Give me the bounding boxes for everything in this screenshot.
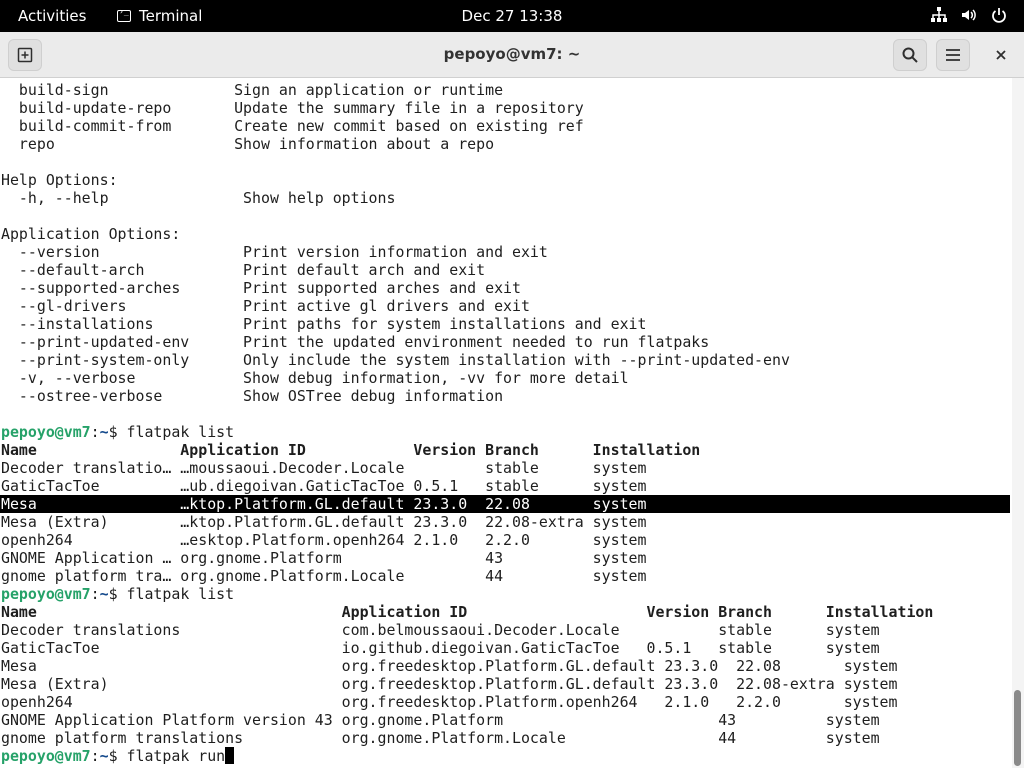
close-icon	[996, 50, 1006, 60]
output-line: --ostree-verbose Show OSTree debug infor…	[1, 387, 504, 405]
output-line: Mesa org.freedesktop.Platform.GL.default…	[1, 657, 898, 675]
prompt-separator: :	[90, 585, 100, 603]
output-line: --print-system-only Only include the sys…	[1, 351, 790, 369]
table-header: Name Application ID Version Branch Insta…	[1, 441, 701, 459]
text-cursor	[225, 747, 235, 764]
command-text: $ flatpak run	[108, 747, 226, 765]
command-text: $ flatpak list	[108, 423, 235, 441]
prompt-line: pepoyo@vm7:~$ flatpak list	[1, 423, 234, 441]
terminal-output[interactable]: build-sign Sign an application or runtim…	[0, 78, 1012, 768]
network-icon[interactable]	[930, 6, 948, 24]
prompt-user: pepoyo@vm7	[1, 423, 91, 441]
output-line: Help Options:	[1, 171, 118, 189]
clock[interactable]: Dec 27 13:38	[0, 7, 1024, 25]
output-line: Decoder translatio… …moussaoui.Decoder.L…	[1, 459, 647, 477]
output-line: GaticTacToe …ub.diegoivan.GaticTacToe 0.…	[1, 477, 647, 495]
output-line: --installations Print paths for system i…	[1, 315, 647, 333]
power-icon[interactable]	[990, 6, 1008, 24]
output-line: openh264 org.freedesktop.Platform.openh2…	[1, 693, 898, 711]
output-line: build-sign Sign an application or runtim…	[1, 81, 504, 99]
prompt-line: pepoyo@vm7:~$ flatpak list	[1, 585, 234, 603]
prompt-line: pepoyo@vm7:~$ flatpak run	[1, 747, 235, 765]
terminal-header-bar: pepoyo@vm7: ~	[0, 32, 1024, 78]
output-line: repo Show information about a repo	[1, 135, 495, 153]
menu-button[interactable]	[936, 39, 970, 71]
output-line: Decoder translations com.belmoussaoui.De…	[1, 621, 880, 639]
output-line: GNOME Application … org.gnome.Platform 4…	[1, 549, 647, 567]
prompt-path: ~	[99, 747, 109, 765]
prompt-path: ~	[99, 423, 109, 441]
prompt-separator: :	[90, 423, 100, 441]
output-line: GaticTacToe io.github.diegoivan.GaticTac…	[1, 639, 880, 657]
close-button[interactable]	[984, 39, 1018, 71]
search-button[interactable]	[893, 39, 927, 71]
output-line: GNOME Application Platform version 43 or…	[1, 711, 880, 729]
selected-line: Mesa …ktop.Platform.GL.default 23.3.0 22…	[0, 495, 1010, 513]
terminal-scrollbar[interactable]	[1012, 78, 1024, 768]
prompt-separator: :	[90, 747, 100, 765]
output-line: Mesa (Extra) org.freedesktop.Platform.GL…	[1, 675, 898, 693]
output-line: build-commit-from Create new commit base…	[1, 117, 584, 135]
output-line: --print-updated-env Print the updated en…	[1, 333, 710, 351]
command-text: $ flatpak list	[108, 585, 235, 603]
output-line: openh264 …esktop.Platform.openh264 2.1.0…	[1, 531, 647, 549]
output-line: -h, --help Show help options	[1, 189, 396, 207]
output-line: Application Options:	[1, 225, 181, 243]
output-line: Mesa (Extra) …ktop.Platform.GL.default 2…	[1, 513, 647, 531]
scrollbar-thumb[interactable]	[1014, 690, 1021, 766]
system-tray[interactable]	[930, 6, 1008, 24]
output-line: --default-arch Print default arch and ex…	[1, 261, 486, 279]
window-title: pepoyo@vm7: ~	[443, 45, 581, 63]
output-line: -v, --verbose Show debug information, -v…	[1, 369, 629, 387]
output-line: gnome platform tra… org.gnome.Platform.L…	[1, 567, 647, 585]
table-header: Name Application ID Version Branch Insta…	[1, 603, 934, 621]
prompt-user: pepoyo@vm7	[1, 747, 91, 765]
output-line: --supported-arches Print supported arche…	[1, 279, 521, 297]
prompt-user: pepoyo@vm7	[1, 585, 91, 603]
output-line: build-update-repo Update the summary fil…	[1, 99, 584, 117]
volume-icon[interactable]	[960, 6, 978, 24]
output-line: --gl-drivers Print active gl drivers and…	[1, 297, 530, 315]
gnome-top-bar: Activities Terminal Dec 27 13:38	[0, 0, 1024, 32]
hamburger-menu-icon	[946, 49, 960, 61]
search-icon	[902, 47, 918, 63]
output-line: gnome platform translations org.gnome.Pl…	[1, 729, 880, 747]
prompt-path: ~	[99, 585, 109, 603]
output-line: --version Print version information and …	[1, 243, 548, 261]
